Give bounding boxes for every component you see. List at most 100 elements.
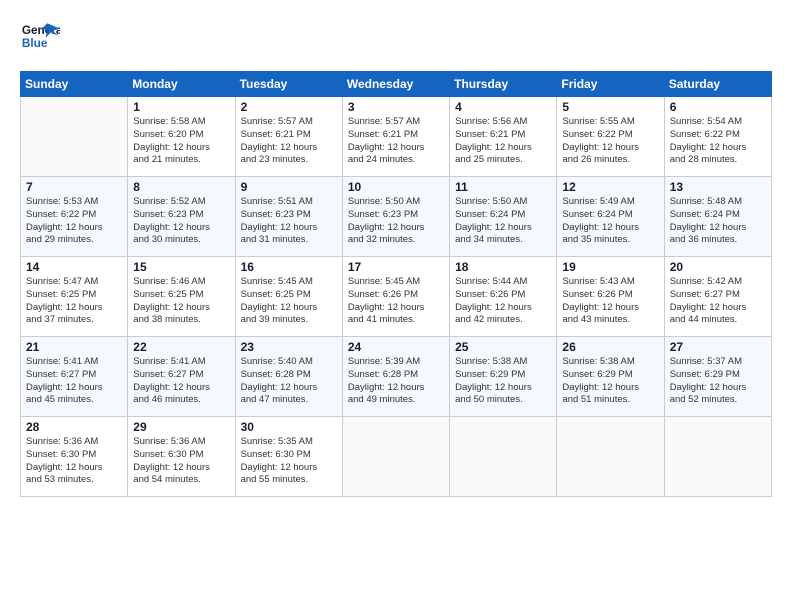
calendar-cell: 2 Sunrise: 5:57 AM Sunset: 6:21 PM Daylig…	[235, 97, 342, 177]
weekday-header-wednesday: Wednesday	[342, 72, 449, 97]
day-number: 27	[670, 340, 766, 354]
calendar-cell: 22 Sunrise: 5:41 AM Sunset: 6:27 PM Dayli…	[128, 337, 235, 417]
calendar-cell: 10Sunrise: 5:50 AM Sunset: 6:23 PM Dayli…	[342, 177, 449, 257]
calendar-cell: 18 Sunrise: 5:44 AM Sunset: 6:26 PM Dayli…	[450, 257, 557, 337]
weekday-header-sunday: Sunday	[21, 72, 128, 97]
day-number: 5	[562, 100, 658, 114]
calendar-cell: 12Sunrise: 5:49 AM Sunset: 6:24 PM Dayli…	[557, 177, 664, 257]
calendar-week-row: 21 Sunrise: 5:41 AM Sunset: 6:27 PM Dayli…	[21, 337, 772, 417]
calendar-cell: 28 Sunrise: 5:36 AM Sunset: 6:30 PM Dayli…	[21, 417, 128, 497]
day-info: Sunrise: 5:45 AM Sunset: 6:25 PM Dayligh…	[241, 276, 337, 327]
day-number: 11	[455, 180, 551, 194]
day-number: 18	[455, 260, 551, 274]
day-info: Sunrise: 5:35 AM Sunset: 6:30 PM Dayligh…	[241, 436, 337, 487]
calendar-cell	[557, 417, 664, 497]
calendar-cell: 13 Sunrise: 5:48 AM Sunset: 6:24 PM Dayli…	[664, 177, 771, 257]
calendar-week-row: 1 Sunrise: 5:58 AM Sunset: 6:20 PM Daylig…	[21, 97, 772, 177]
day-info: Sunrise: 5:58 AM Sunset: 6:20 PM Dayligh…	[133, 116, 229, 167]
calendar-week-row: 28 Sunrise: 5:36 AM Sunset: 6:30 PM Dayli…	[21, 417, 772, 497]
calendar-cell: 29 Sunrise: 5:36 AM Sunset: 6:30 PM Dayli…	[128, 417, 235, 497]
day-number: 15	[133, 260, 229, 274]
calendar-week-row: 14 Sunrise: 5:47 AM Sunset: 6:25 PM Dayli…	[21, 257, 772, 337]
day-info: Sunrise: 5:42 AM Sunset: 6:27 PM Dayligh…	[670, 276, 766, 327]
day-number: 29	[133, 420, 229, 434]
day-number: 23	[241, 340, 337, 354]
day-number: 17	[348, 260, 444, 274]
day-number: 21	[26, 340, 122, 354]
calendar-cell: 15 Sunrise: 5:46 AM Sunset: 6:25 PM Dayli…	[128, 257, 235, 337]
page-header: General Blue	[20, 16, 772, 61]
logo: General Blue	[20, 16, 60, 61]
day-number: 16	[241, 260, 337, 274]
day-info: Sunrise: 5:41 AM Sunset: 6:27 PM Dayligh…	[26, 356, 122, 407]
day-info: Sunrise: 5:38 AM Sunset: 6:29 PM Dayligh…	[562, 356, 658, 407]
calendar-cell: 1 Sunrise: 5:58 AM Sunset: 6:20 PM Daylig…	[128, 97, 235, 177]
weekday-header-row: SundayMondayTuesdayWednesdayThursdayFrid…	[21, 72, 772, 97]
day-number: 26	[562, 340, 658, 354]
calendar-cell: 24 Sunrise: 5:39 AM Sunset: 6:28 PM Dayli…	[342, 337, 449, 417]
weekday-header-saturday: Saturday	[664, 72, 771, 97]
calendar-cell: 30 Sunrise: 5:35 AM Sunset: 6:30 PM Dayli…	[235, 417, 342, 497]
day-info: Sunrise: 5:48 AM Sunset: 6:24 PM Dayligh…	[670, 196, 766, 247]
weekday-header-friday: Friday	[557, 72, 664, 97]
day-number: 24	[348, 340, 444, 354]
day-info: Sunrise: 5:51 AM Sunset: 6:23 PM Dayligh…	[241, 196, 337, 247]
calendar-cell: 4Sunrise: 5:56 AM Sunset: 6:21 PM Daylig…	[450, 97, 557, 177]
day-number: 28	[26, 420, 122, 434]
day-info: Sunrise: 5:55 AM Sunset: 6:22 PM Dayligh…	[562, 116, 658, 167]
logo-icon: General Blue	[20, 16, 60, 61]
calendar-cell	[21, 97, 128, 177]
calendar-cell: 19 Sunrise: 5:43 AM Sunset: 6:26 PM Dayli…	[557, 257, 664, 337]
day-number: 3	[348, 100, 444, 114]
day-number: 2	[241, 100, 337, 114]
day-info: Sunrise: 5:57 AM Sunset: 6:21 PM Dayligh…	[241, 116, 337, 167]
day-number: 14	[26, 260, 122, 274]
day-info: Sunrise: 5:50 AM Sunset: 6:23 PM Dayligh…	[348, 196, 444, 247]
calendar-cell: 14 Sunrise: 5:47 AM Sunset: 6:25 PM Dayli…	[21, 257, 128, 337]
day-info: Sunrise: 5:40 AM Sunset: 6:28 PM Dayligh…	[241, 356, 337, 407]
day-info: Sunrise: 5:38 AM Sunset: 6:29 PM Dayligh…	[455, 356, 551, 407]
calendar-cell: 20 Sunrise: 5:42 AM Sunset: 6:27 PM Dayli…	[664, 257, 771, 337]
calendar-cell: 3Sunrise: 5:57 AM Sunset: 6:21 PM Daylig…	[342, 97, 449, 177]
day-info: Sunrise: 5:36 AM Sunset: 6:30 PM Dayligh…	[133, 436, 229, 487]
calendar-week-row: 7Sunrise: 5:53 AM Sunset: 6:22 PM Daylig…	[21, 177, 772, 257]
day-info: Sunrise: 5:50 AM Sunset: 6:24 PM Dayligh…	[455, 196, 551, 247]
calendar-cell: 8Sunrise: 5:52 AM Sunset: 6:23 PM Daylig…	[128, 177, 235, 257]
day-info: Sunrise: 5:44 AM Sunset: 6:26 PM Dayligh…	[455, 276, 551, 327]
calendar-cell: 11 Sunrise: 5:50 AM Sunset: 6:24 PM Dayli…	[450, 177, 557, 257]
day-number: 7	[26, 180, 122, 194]
day-number: 22	[133, 340, 229, 354]
day-info: Sunrise: 5:47 AM Sunset: 6:25 PM Dayligh…	[26, 276, 122, 327]
day-info: Sunrise: 5:41 AM Sunset: 6:27 PM Dayligh…	[133, 356, 229, 407]
calendar-cell: 17 Sunrise: 5:45 AM Sunset: 6:26 PM Dayli…	[342, 257, 449, 337]
calendar-cell: 6Sunrise: 5:54 AM Sunset: 6:22 PM Daylig…	[664, 97, 771, 177]
weekday-header-thursday: Thursday	[450, 72, 557, 97]
day-info: Sunrise: 5:54 AM Sunset: 6:22 PM Dayligh…	[670, 116, 766, 167]
calendar-cell: 25Sunrise: 5:38 AM Sunset: 6:29 PM Dayli…	[450, 337, 557, 417]
day-number: 12	[562, 180, 658, 194]
day-number: 30	[241, 420, 337, 434]
weekday-header-monday: Monday	[128, 72, 235, 97]
day-info: Sunrise: 5:45 AM Sunset: 6:26 PM Dayligh…	[348, 276, 444, 327]
calendar-cell	[342, 417, 449, 497]
calendar-cell: 5 Sunrise: 5:55 AM Sunset: 6:22 PM Daylig…	[557, 97, 664, 177]
calendar-cell: 7Sunrise: 5:53 AM Sunset: 6:22 PM Daylig…	[21, 177, 128, 257]
calendar-cell: 9 Sunrise: 5:51 AM Sunset: 6:23 PM Daylig…	[235, 177, 342, 257]
calendar-cell	[450, 417, 557, 497]
day-number: 19	[562, 260, 658, 274]
day-info: Sunrise: 5:56 AM Sunset: 6:21 PM Dayligh…	[455, 116, 551, 167]
calendar-table: SundayMondayTuesdayWednesdayThursdayFrid…	[20, 71, 772, 497]
day-number: 1	[133, 100, 229, 114]
calendar-cell: 27Sunrise: 5:37 AM Sunset: 6:29 PM Dayli…	[664, 337, 771, 417]
day-number: 13	[670, 180, 766, 194]
day-info: Sunrise: 5:43 AM Sunset: 6:26 PM Dayligh…	[562, 276, 658, 327]
day-number: 9	[241, 180, 337, 194]
svg-text:Blue: Blue	[22, 36, 48, 50]
day-info: Sunrise: 5:36 AM Sunset: 6:30 PM Dayligh…	[26, 436, 122, 487]
calendar-cell	[664, 417, 771, 497]
day-number: 20	[670, 260, 766, 274]
weekday-header-tuesday: Tuesday	[235, 72, 342, 97]
day-info: Sunrise: 5:46 AM Sunset: 6:25 PM Dayligh…	[133, 276, 229, 327]
day-number: 8	[133, 180, 229, 194]
day-info: Sunrise: 5:39 AM Sunset: 6:28 PM Dayligh…	[348, 356, 444, 407]
